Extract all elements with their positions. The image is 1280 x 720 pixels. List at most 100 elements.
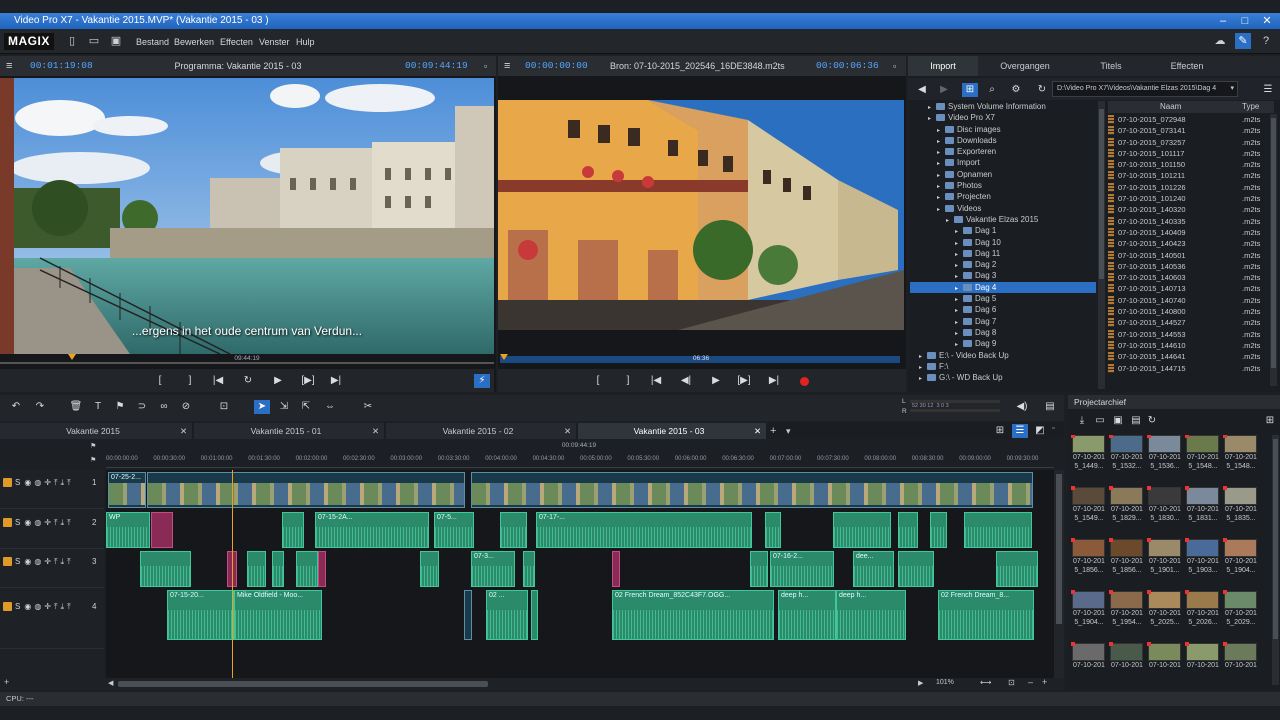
- snapshot-icon[interactable]: ⊡: [216, 400, 232, 414]
- archive-item[interactable]: 07-10-201 5_2029...: [1222, 590, 1260, 627]
- track-controls-icon[interactable]: ◉◍✛⤒⤓⤒: [24, 518, 73, 527]
- archive-item[interactable]: 07-10-201 5_1829...: [1108, 486, 1146, 523]
- mark-in-button[interactable]: [: [590, 374, 606, 388]
- delete-icon[interactable]: 🗑: [68, 400, 84, 414]
- next-frame-button[interactable]: [▶]: [300, 374, 316, 388]
- title-icon[interactable]: T: [90, 400, 106, 414]
- program-scrubber[interactable]: 09:44:19: [0, 354, 494, 364]
- archive-item[interactable]: 07-10-201: [1222, 642, 1260, 670]
- track-controls-icon[interactable]: ◉◍✛⤒⤓⤒: [24, 557, 73, 566]
- tab-vakantie-2015-02[interactable]: Vakantie 2015 - 02 ✕: [386, 423, 576, 439]
- archive-item[interactable]: 07-10-201 5_1830...: [1146, 486, 1184, 523]
- file-row[interactable]: 07-10-2015_072948 .m2ts: [1108, 114, 1268, 125]
- audio-clip[interactable]: 07-16-2...: [770, 551, 834, 587]
- archive-item[interactable]: 07-10-201 5_1901...: [1146, 538, 1184, 575]
- timeline-view-icon[interactable]: ☰: [1012, 424, 1028, 438]
- play-button[interactable]: ▶: [708, 374, 724, 388]
- archive-item[interactable]: 07-10-201 5_1904...: [1222, 538, 1260, 575]
- audio-clip[interactable]: [898, 512, 918, 548]
- tree-item[interactable]: ▸ Dag 11: [910, 248, 1096, 259]
- range-tool-icon[interactable]: ⇲: [276, 400, 292, 414]
- search-icon[interactable]: ⌕: [984, 83, 1000, 97]
- file-row[interactable]: 07-10-2015_140320 .m2ts: [1108, 204, 1268, 215]
- storyboard-icon[interactable]: ◩: [1032, 424, 1048, 438]
- audio-clip[interactable]: [765, 512, 781, 548]
- audio-clip[interactable]: [420, 551, 439, 587]
- audio-clip[interactable]: [898, 551, 934, 587]
- archive-item[interactable]: 07-10-201 5_1903...: [1184, 538, 1222, 575]
- next-frame-button[interactable]: [▶]: [736, 374, 752, 388]
- file-row[interactable]: 07-10-2015_101117 .m2ts: [1108, 148, 1268, 159]
- loop-button[interactable]: ↻: [240, 374, 256, 388]
- archive-item[interactable]: 07-10-201 5_1856...: [1108, 538, 1146, 575]
- close-icon[interactable]: ✕: [754, 423, 761, 439]
- chevron-right-icon[interactable]: ▸: [919, 374, 927, 385]
- add-tab-icon[interactable]: +: [770, 425, 776, 437]
- download-icon[interactable]: ⤓: [1074, 414, 1090, 428]
- tab-vakantie-2015-03[interactable]: Vakantie 2015 - 03 ✕: [578, 423, 766, 439]
- expand-icon[interactable]: ▫: [1052, 425, 1054, 432]
- audio-clip[interactable]: 07-3...: [471, 551, 515, 587]
- archive-item[interactable]: 07-10-201 5_1954...: [1108, 590, 1146, 627]
- file-row[interactable]: 07-10-2015_140740 .m2ts: [1108, 295, 1268, 306]
- tree-item[interactable]: ▸ Dag 8: [910, 327, 1096, 338]
- solo-button[interactable]: S: [15, 557, 20, 566]
- tree-item[interactable]: ▸ Exporteren: [910, 146, 1096, 157]
- file-row[interactable]: 07-10-2015_140409 .m2ts: [1108, 227, 1268, 238]
- file-row[interactable]: 07-10-2015_073141 .m2ts: [1108, 125, 1268, 136]
- archive-item[interactable]: 07-10-201 5_1449...: [1070, 435, 1108, 471]
- volume-icon[interactable]: ◀): [1014, 400, 1030, 414]
- audio-clip[interactable]: 07-15-2A...: [315, 512, 429, 548]
- music-clip[interactable]: 02 French Dream_852C43F7.OGG...: [612, 590, 774, 640]
- marker-icon[interactable]: ⚑: [112, 400, 128, 414]
- timeline-tracks[interactable]: 07-25-2... WP 07-15-2A... 07-5... 07-17-…: [106, 470, 1054, 678]
- stretch-tool-icon[interactable]: ⇱: [298, 400, 314, 414]
- tab-overgangen[interactable]: Overgangen: [990, 56, 1060, 76]
- redo-icon[interactable]: ↷: [32, 400, 48, 414]
- fit-icon[interactable]: ⟷: [980, 678, 991, 687]
- tree-item[interactable]: ▸ F:\: [910, 361, 1096, 372]
- file-row[interactable]: 07-10-2015_140536 .m2ts: [1108, 261, 1268, 272]
- minimize-button[interactable]: –: [1212, 13, 1234, 29]
- archive-item[interactable]: 07-10-201 5_1831...: [1184, 486, 1222, 523]
- column-type[interactable]: Type: [1242, 102, 1259, 111]
- mark-out-button[interactable]: ]: [620, 374, 636, 388]
- path-dropdown[interactable]: D:\Video Pro X7\Videos\Vakantie Elzas 20…: [1052, 81, 1238, 97]
- audio-clip[interactable]: 07-5...: [434, 512, 474, 548]
- cloud-icon[interactable]: ☁: [1212, 33, 1228, 49]
- tree-item[interactable]: ▸ Dag 3: [910, 270, 1096, 281]
- marker-flag-icon[interactable]: ⚑: [90, 456, 96, 464]
- track-controls-icon[interactable]: ◉◍✛⤒⤓⤒: [24, 602, 73, 611]
- file-row[interactable]: 07-10-2015_140713 .m2ts: [1108, 283, 1268, 294]
- cut-icon[interactable]: ✂: [360, 400, 376, 414]
- music-clip[interactable]: deep h...: [836, 590, 906, 640]
- tree-item[interactable]: ▸ Downloads: [910, 135, 1096, 146]
- close-icon[interactable]: ✕: [372, 423, 379, 439]
- source-video-frame[interactable]: [498, 100, 904, 330]
- tab-vakantie-2015[interactable]: Vakantie 2015 ✕: [0, 423, 192, 439]
- tree-item[interactable]: ▸ Import: [910, 157, 1096, 168]
- mixer-icon[interactable]: ▤: [1042, 400, 1058, 414]
- file-row[interactable]: 07-10-2015_101211 .m2ts: [1108, 170, 1268, 181]
- audio-clip[interactable]: 07-15-20...: [167, 590, 234, 640]
- solo-button[interactable]: S: [15, 602, 20, 611]
- tree-item[interactable]: ▸ G:\ - WD Back Up: [910, 372, 1096, 383]
- file-row[interactable]: 07-10-2015_140335 .m2ts: [1108, 216, 1268, 227]
- file-row[interactable]: 07-10-2015_140423 .m2ts: [1108, 238, 1268, 249]
- audio-clip[interactable]: [996, 551, 1038, 587]
- tree-item[interactable]: ▸ Video Pro X7: [910, 112, 1096, 123]
- ripple-tool-icon[interactable]: ⇔: [322, 400, 338, 414]
- zoom-out-icon[interactable]: –: [1028, 677, 1033, 687]
- hscroll-thumb[interactable]: [118, 681, 488, 687]
- file-scrollbar[interactable]: [1270, 114, 1277, 386]
- archive-item[interactable]: 07-10-201 5_1532...: [1108, 435, 1146, 471]
- video-clip[interactable]: [147, 472, 465, 508]
- archive-item[interactable]: 07-10-201: [1108, 642, 1146, 670]
- mark-out-button[interactable]: ]: [182, 374, 198, 388]
- lightning-button[interactable]: ⚡: [474, 374, 490, 388]
- timeline-vscrollbar[interactable]: [1054, 470, 1064, 678]
- chevron-down-icon[interactable]: ▾: [786, 426, 791, 437]
- audio-clip[interactable]: [296, 551, 318, 587]
- grid-view-icon[interactable]: ⊞: [992, 424, 1008, 438]
- unlink-icon[interactable]: ⊃: [134, 400, 150, 414]
